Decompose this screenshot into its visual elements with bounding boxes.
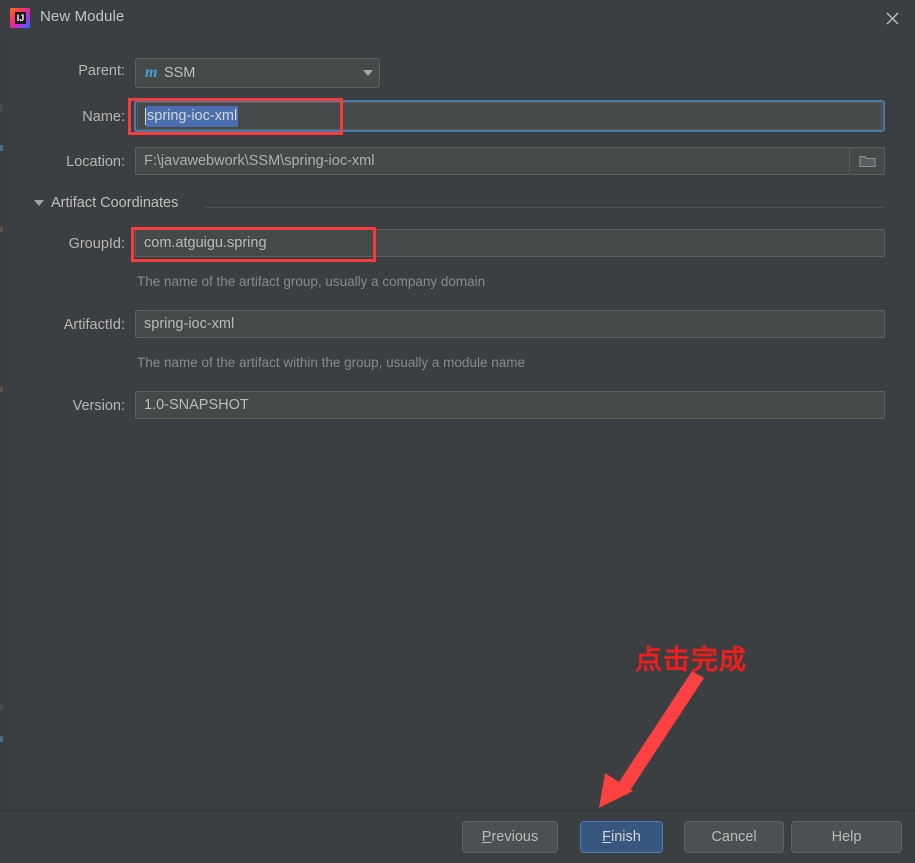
- title-bar: IJ New Module: [0, 0, 915, 36]
- triangle-down-icon: [34, 200, 44, 206]
- version-input-value: 1.0-SNAPSHOT: [144, 397, 249, 413]
- help-button-label: Help: [831, 829, 862, 845]
- previous-button-label: revious: [491, 829, 539, 845]
- folder-icon: [858, 155, 876, 168]
- location-input[interactable]: F:\javawebwork\SSM\spring-ioc-xml: [135, 147, 850, 175]
- artifact-coordinates-label: Artifact Coordinates: [51, 195, 179, 211]
- groupid-input-value: com.atguigu.spring: [144, 235, 267, 251]
- groupid-input[interactable]: com.atguigu.spring: [135, 229, 885, 257]
- intellij-idea-icon: IJ: [9, 7, 31, 29]
- window-title: New Module: [40, 8, 125, 25]
- artifactid-label: ArtifactId:: [63, 317, 125, 333]
- name-input-value: spring-ioc-xml: [146, 105, 239, 127]
- artifact-coordinates-section-header[interactable]: Artifact Coordinates: [34, 195, 178, 211]
- artifactid-input-value: spring-ioc-xml: [144, 316, 235, 332]
- previous-button-mnemonic: P: [481, 829, 492, 845]
- finish-button[interactable]: Finish: [580, 821, 663, 853]
- version-input[interactable]: 1.0-SNAPSHOT: [135, 391, 885, 419]
- name-input[interactable]: spring-ioc-xml: [137, 102, 882, 130]
- artifactid-input[interactable]: spring-ioc-xml: [135, 310, 885, 338]
- location-input-value: F:\javawebwork\SSM\spring-ioc-xml: [144, 153, 375, 169]
- dialog-button-bar: Previous Finish Cancel Help: [0, 810, 915, 863]
- maven-module-icon: m: [145, 64, 157, 81]
- version-label: Version:: [72, 398, 125, 414]
- name-label: Name:: [82, 109, 125, 125]
- groupid-hint: The name of the artifact group, usually …: [137, 274, 486, 289]
- close-icon[interactable]: [869, 0, 915, 36]
- svg-text:IJ: IJ: [17, 13, 25, 23]
- location-browse-button[interactable]: [850, 147, 885, 175]
- help-button[interactable]: Help: [791, 821, 902, 853]
- artifactid-hint: The name of the artifact within the grou…: [137, 355, 525, 370]
- parent-label: Parent:: [78, 63, 125, 79]
- cancel-button[interactable]: Cancel: [684, 821, 784, 853]
- annotation-note-text: 点击完成: [635, 645, 747, 676]
- groupid-label: GroupId:: [68, 236, 125, 252]
- section-divider: [205, 207, 885, 208]
- parent-combobox[interactable]: m SSM: [135, 58, 380, 88]
- finish-button-mnemonic: F: [602, 829, 612, 845]
- previous-button[interactable]: Previous: [462, 821, 558, 853]
- parent-value: SSM: [163, 65, 196, 81]
- chevron-down-icon: [363, 70, 373, 76]
- cancel-button-label: Cancel: [711, 829, 757, 845]
- new-module-form: Parent: m SSM Name: spring-ioc-xml Locat…: [0, 36, 915, 811]
- finish-button-label: inish: [611, 829, 641, 845]
- location-label: Location:: [66, 154, 125, 170]
